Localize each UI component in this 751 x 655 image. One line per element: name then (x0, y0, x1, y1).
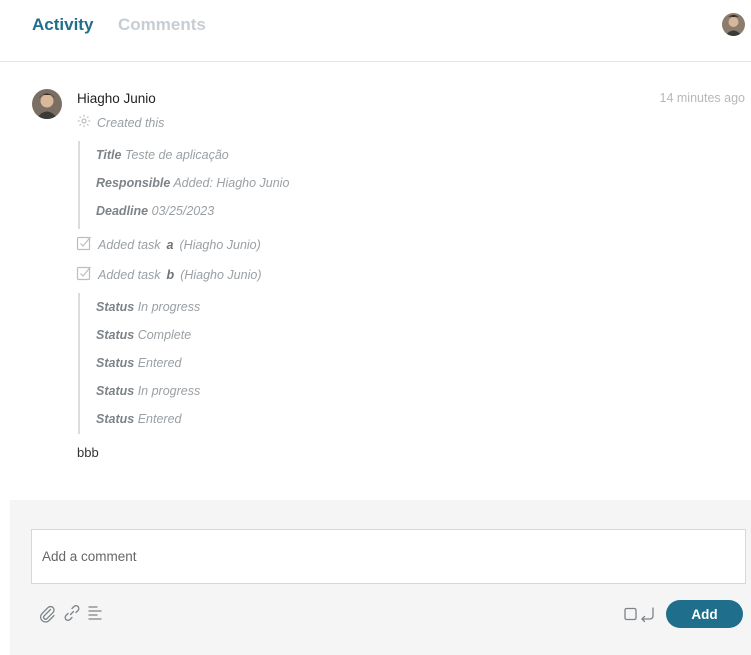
field-key: Responsible (96, 176, 171, 190)
tab-comments[interactable]: Comments (118, 15, 206, 35)
created-label: Created this (97, 115, 165, 130)
task-name[interactable]: a (167, 238, 174, 252)
status-value: In progress (137, 384, 201, 398)
current-user-avatar[interactable] (722, 13, 745, 36)
field-row: Deadline 03/25/2023 (96, 197, 289, 225)
status-row: Status In progress (96, 293, 200, 321)
status-key: Status (96, 384, 135, 398)
task-assignee: (Hiagho Junio) (179, 237, 261, 252)
author-avatar[interactable] (32, 89, 62, 119)
status-key: Status (96, 328, 135, 342)
status-key: Status (96, 356, 135, 370)
text-format-icon[interactable] (85, 603, 105, 623)
add-comment-button[interactable]: Add (666, 600, 743, 628)
comment-body: bbb (77, 445, 99, 460)
field-row: Responsible Added: Hiagho Junio (96, 169, 289, 197)
field-value: Teste de aplicação (124, 148, 229, 162)
activity-header: Activity Comments (0, 0, 751, 62)
task-assignee: (Hiagho Junio) (180, 267, 262, 282)
field-value: 03/25/2023 (151, 204, 215, 218)
status-key: Status (96, 412, 135, 426)
checkbox-checked-icon (76, 265, 92, 284)
status-value: Entered (137, 412, 182, 426)
author-name[interactable]: Hiagho Junio (77, 91, 156, 106)
field-value: Added: Hiagho Junio (173, 176, 290, 190)
status-value: Complete (137, 328, 192, 342)
field-key: Title (96, 148, 122, 162)
field-row: Title Teste de aplicação (96, 141, 289, 169)
status-row: Status In progress (96, 377, 200, 405)
status-key: Status (96, 300, 135, 314)
comment-input[interactable] (31, 529, 746, 584)
task-prefix: Added task (98, 237, 161, 252)
status-row: Status Entered (96, 405, 200, 433)
task-event: Added task a (Hiagho Junio) (76, 235, 261, 254)
enter-to-send-icon[interactable] (623, 604, 661, 624)
comment-composer: Add (10, 500, 751, 655)
status-changes: Status In progress Status Complete Statu… (78, 293, 200, 434)
sparkle-icon (77, 114, 91, 131)
activity-timestamp: 14 minutes ago (659, 91, 745, 105)
task-prefix: Added task (98, 267, 161, 282)
status-value: Entered (137, 356, 182, 370)
task-event: Added task b (Hiagho Junio) (76, 265, 261, 284)
status-value: In progress (137, 300, 201, 314)
paperclip-icon[interactable] (37, 603, 57, 623)
checkbox-checked-icon (76, 235, 92, 254)
task-name[interactable]: b (167, 268, 175, 282)
field-key: Deadline (96, 204, 149, 218)
created-event: Created this (77, 114, 164, 131)
created-fields: Title Teste de aplicação Responsible Add… (78, 141, 289, 229)
status-row: Status Entered (96, 349, 200, 377)
link-icon[interactable] (62, 603, 82, 623)
tab-activity[interactable]: Activity (32, 15, 93, 35)
status-row: Status Complete (96, 321, 200, 349)
